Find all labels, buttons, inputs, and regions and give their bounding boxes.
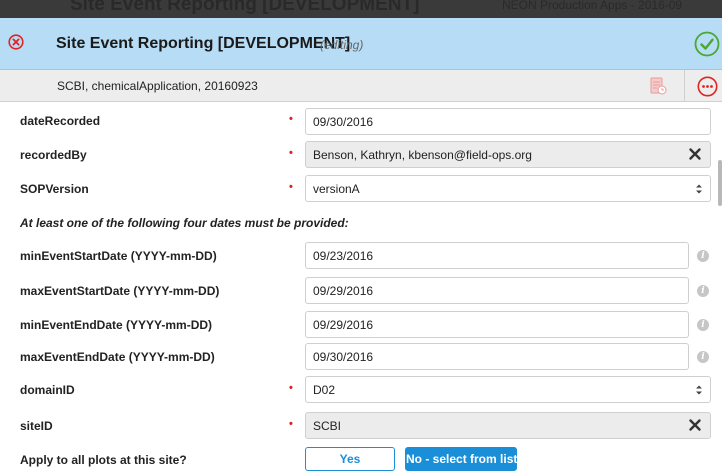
info-icon[interactable]: i: [697, 319, 709, 331]
required-indicator: •: [289, 181, 293, 193]
check-circle-icon[interactable]: [694, 31, 720, 57]
background-window-title: Site Event Reporting [DEVELOPMENT]: [70, 0, 420, 15]
minEventEndDate-input[interactable]: 09/29/2016: [305, 311, 689, 338]
field-label: recordedBy: [20, 148, 87, 162]
title-bar: Site Event Reporting [DEVELOPMENT] (edit…: [0, 18, 722, 70]
info-icon[interactable]: i: [697, 285, 709, 297]
scrollbar-thumb[interactable]: [718, 160, 722, 206]
domainID-value: D02: [313, 383, 336, 397]
record-subtitle-bar: SCBI, chemicalApplication, 20160923: [0, 70, 722, 102]
no-select-from-list-button[interactable]: No - select from list: [405, 447, 517, 471]
required-indicator: •: [289, 382, 293, 394]
document-clock-icon[interactable]: [648, 76, 668, 96]
siteID-field[interactable]: SCBI: [305, 412, 711, 439]
close-circle-icon[interactable]: [8, 34, 24, 50]
mode-indicator: (editing): [320, 38, 364, 52]
siteID-value: SCBI: [313, 419, 342, 433]
maxEventEndDate-input[interactable]: 09/30/2016: [305, 343, 689, 370]
info-icon[interactable]: i: [697, 250, 709, 262]
field-label: Apply to all plots at this site?: [20, 453, 187, 467]
dates-requirement-note: At least one of the following four dates…: [20, 216, 349, 230]
minEventStartDate-input[interactable]: 09/23/2016: [305, 242, 689, 269]
divider: [684, 70, 685, 102]
field-label: SOPVersion: [20, 182, 89, 196]
domainID-select[interactable]: D02: [305, 376, 711, 403]
dateRecorded-input[interactable]: 09/30/2016: [305, 108, 711, 135]
yes-button[interactable]: Yes: [305, 447, 395, 471]
field-label: siteID: [20, 419, 53, 433]
required-indicator: •: [289, 147, 293, 159]
field-label: domainID: [20, 383, 75, 397]
required-indicator: •: [289, 418, 293, 430]
clear-icon[interactable]: [688, 147, 702, 161]
field-label: minEventStartDate (YYYY-mm-DD): [20, 249, 217, 263]
page-title: Site Event Reporting [DEVELOPMENT]: [56, 35, 351, 52]
recordedBy-value: Benson, Kathryn, kbenson@field-ops.org: [313, 148, 532, 162]
SOPVersion-select[interactable]: versionA: [305, 175, 711, 202]
recordedBy-field[interactable]: Benson, Kathryn, kbenson@field-ops.org: [305, 141, 711, 168]
record-subtitle: SCBI, chemicalApplication, 20160923: [57, 79, 258, 93]
info-icon[interactable]: i: [697, 351, 709, 363]
maxEventStartDate-input[interactable]: 09/29/2016: [305, 277, 689, 304]
background-window-right: NEON Production Apps - 2016-09: [502, 0, 683, 12]
field-label: maxEventEndDate (YYYY-mm-DD): [20, 350, 215, 364]
field-label: minEventEndDate (YYYY-mm-DD): [20, 318, 213, 332]
required-indicator: •: [289, 113, 293, 125]
field-label: dateRecorded: [20, 114, 101, 128]
background-window-strip: Site Event Reporting [DEVELOPMENT] NEON …: [0, 0, 722, 18]
SOPVersion-value: versionA: [313, 182, 360, 196]
select-arrows-icon: [696, 385, 702, 395]
field-label: maxEventStartDate (YYYY-mm-DD): [20, 284, 220, 298]
more-circle-icon[interactable]: [697, 76, 718, 97]
select-arrows-icon: [696, 184, 702, 194]
clear-icon[interactable]: [688, 418, 702, 432]
